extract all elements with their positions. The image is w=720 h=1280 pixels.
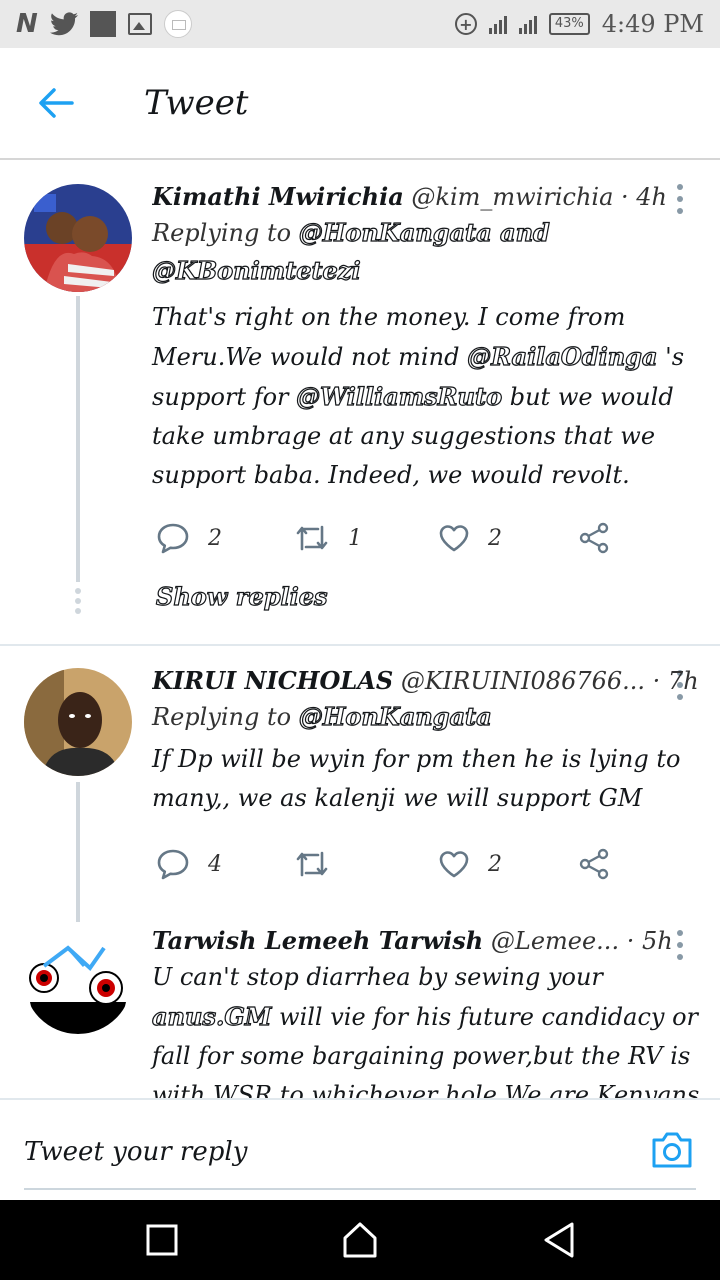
reply-bar	[0, 1098, 720, 1200]
system-back-button[interactable]	[540, 1220, 580, 1260]
mention-link[interactable]: @HonKangata and	[298, 217, 550, 247]
mention-link[interactable]: anus.GM	[151, 1001, 272, 1031]
tweet-time: · 4h	[621, 183, 668, 211]
mention-link[interactable]: @WilliamsRuto	[296, 381, 503, 411]
retweet-icon	[296, 525, 328, 551]
add-circle-icon: +	[454, 13, 477, 35]
like-count: 2	[488, 525, 502, 551]
tweet-time: · 7h	[652, 667, 699, 695]
square-notification-icon	[89, 11, 116, 37]
reply-button[interactable]: 2	[156, 516, 222, 560]
avatar[interactable]	[24, 926, 132, 1034]
like-button[interactable]: 2	[438, 516, 502, 560]
heart-icon	[439, 525, 469, 552]
author-handle[interactable]: @kim_mwirichia	[411, 183, 613, 211]
app-header: Tweet	[0, 48, 720, 160]
thread-dots	[74, 588, 82, 618]
arrow-left-icon	[39, 88, 74, 118]
image-icon	[127, 13, 152, 35]
author-name[interactable]: Kimathi Mwirichia	[152, 182, 404, 211]
mention-link[interactable]: @KBonimtetezi	[151, 255, 361, 285]
author-name[interactable]: KIRUI NICHOLAS	[152, 666, 393, 695]
author-handle[interactable]: @Lemee...	[491, 927, 619, 955]
signal-icon	[488, 14, 507, 34]
reply-underline	[24, 1188, 696, 1190]
author-handle[interactable]: @KIRUINI086766...	[401, 667, 645, 695]
camera-button[interactable]	[650, 1130, 694, 1170]
status-bar-left: N	[16, 9, 192, 39]
share-button[interactable]	[578, 842, 610, 886]
tweet-item[interactable]: Tarwish Lemeeh Tarwish @Lemee... · 5h U …	[0, 922, 720, 1098]
tweet-body: Kimathi Mwirichia @kim_mwirichia · 4h Re…	[151, 180, 700, 495]
system-nav-bar	[0, 1200, 720, 1280]
tweet-actions: 2 1 2	[152, 516, 632, 560]
share-icon	[579, 522, 609, 554]
mail-icon	[163, 10, 192, 38]
tweet-reply-input[interactable]	[24, 1130, 584, 1174]
tweet-header: Tarwish Lemeeh Tarwish @Lemee... · 5h	[152, 924, 700, 958]
status-bar-right: + 43% 4:49 PM	[454, 10, 704, 38]
tweet-body: Tarwish Lemeeh Tarwish @Lemee... · 5h U …	[151, 924, 700, 1098]
camera-icon	[652, 1132, 692, 1168]
tweet-text: That's right on the money. I come from M…	[152, 298, 700, 495]
back-button[interactable]	[24, 71, 88, 135]
tweet-time: · 5h	[626, 927, 673, 955]
retweet-count: 1	[348, 525, 362, 551]
thread-line	[76, 782, 80, 922]
tweet-text-part: U can't stop diarrhea by sewing your	[152, 963, 603, 991]
back-triangle-icon	[544, 1222, 574, 1258]
retweet-icon	[296, 851, 328, 877]
status-time: 4:49 PM	[601, 10, 704, 38]
replying-to: Replying to @HonKangata and @KBonimtetez…	[151, 214, 700, 290]
replying-to-label: Replying to	[152, 703, 292, 731]
n-logo-icon: N	[16, 9, 38, 39]
mention-link[interactable]: @HonKangata	[298, 701, 492, 731]
retweet-button[interactable]: 1	[294, 516, 362, 560]
signal-4g-icon	[518, 14, 537, 34]
like-count: 2	[488, 851, 502, 877]
status-bar: N + 43% 4:49 PM	[0, 0, 720, 48]
reply-icon	[157, 523, 189, 554]
like-button[interactable]: 2	[438, 842, 502, 886]
avatar[interactable]	[24, 184, 132, 292]
retweet-button[interactable]	[294, 842, 348, 886]
home-button[interactable]	[340, 1220, 380, 1260]
tweet-header: KIRUI NICHOLAS @KIRUINI086766... · 7h	[152, 664, 700, 698]
home-icon	[343, 1222, 377, 1258]
reply-count: 2	[208, 525, 222, 551]
mention-link[interactable]: @RailaOdinga	[466, 341, 658, 371]
replying-to: Replying to @HonKangata	[152, 698, 700, 736]
tweet-text: If Dp will be wyin for pm then he is lyi…	[152, 745, 681, 812]
avatar[interactable]	[24, 668, 132, 776]
replying-to-label: Replying to	[152, 219, 292, 247]
show-replies-link[interactable]: Show replies	[155, 581, 328, 611]
heart-icon	[439, 851, 469, 878]
tweet-header: Kimathi Mwirichia @kim_mwirichia · 4h	[152, 180, 700, 214]
tweet-item[interactable]: Kimathi Mwirichia @kim_mwirichia · 4h Re…	[0, 162, 720, 644]
reply-count: 4	[208, 851, 222, 877]
reply-icon	[157, 849, 189, 880]
recent-apps-button[interactable]	[142, 1220, 182, 1260]
battery-indicator: 43%	[548, 13, 590, 35]
thread-line	[76, 296, 80, 582]
tweet-text: U can't stop diarrhea by sewing your anu…	[151, 958, 700, 1098]
tweet-body: KIRUI NICHOLAS @KIRUINI086766... · 7h Re…	[152, 664, 700, 818]
reply-button[interactable]: 4	[156, 842, 222, 886]
page-title: Tweet	[144, 83, 249, 123]
twitter-bird-icon	[49, 12, 78, 36]
tweet-item[interactable]: KIRUI NICHOLAS @KIRUINI086766... · 7h Re…	[0, 646, 720, 922]
share-button[interactable]	[578, 516, 610, 560]
share-icon	[579, 848, 609, 880]
author-name[interactable]: Tarwish Lemeeh Tarwish	[152, 926, 483, 955]
recent-apps-icon	[146, 1224, 178, 1256]
tweet-actions: 4 2	[152, 842, 632, 886]
tweet-list[interactable]: Kimathi Mwirichia @kim_mwirichia · 4h Re…	[0, 162, 720, 1098]
